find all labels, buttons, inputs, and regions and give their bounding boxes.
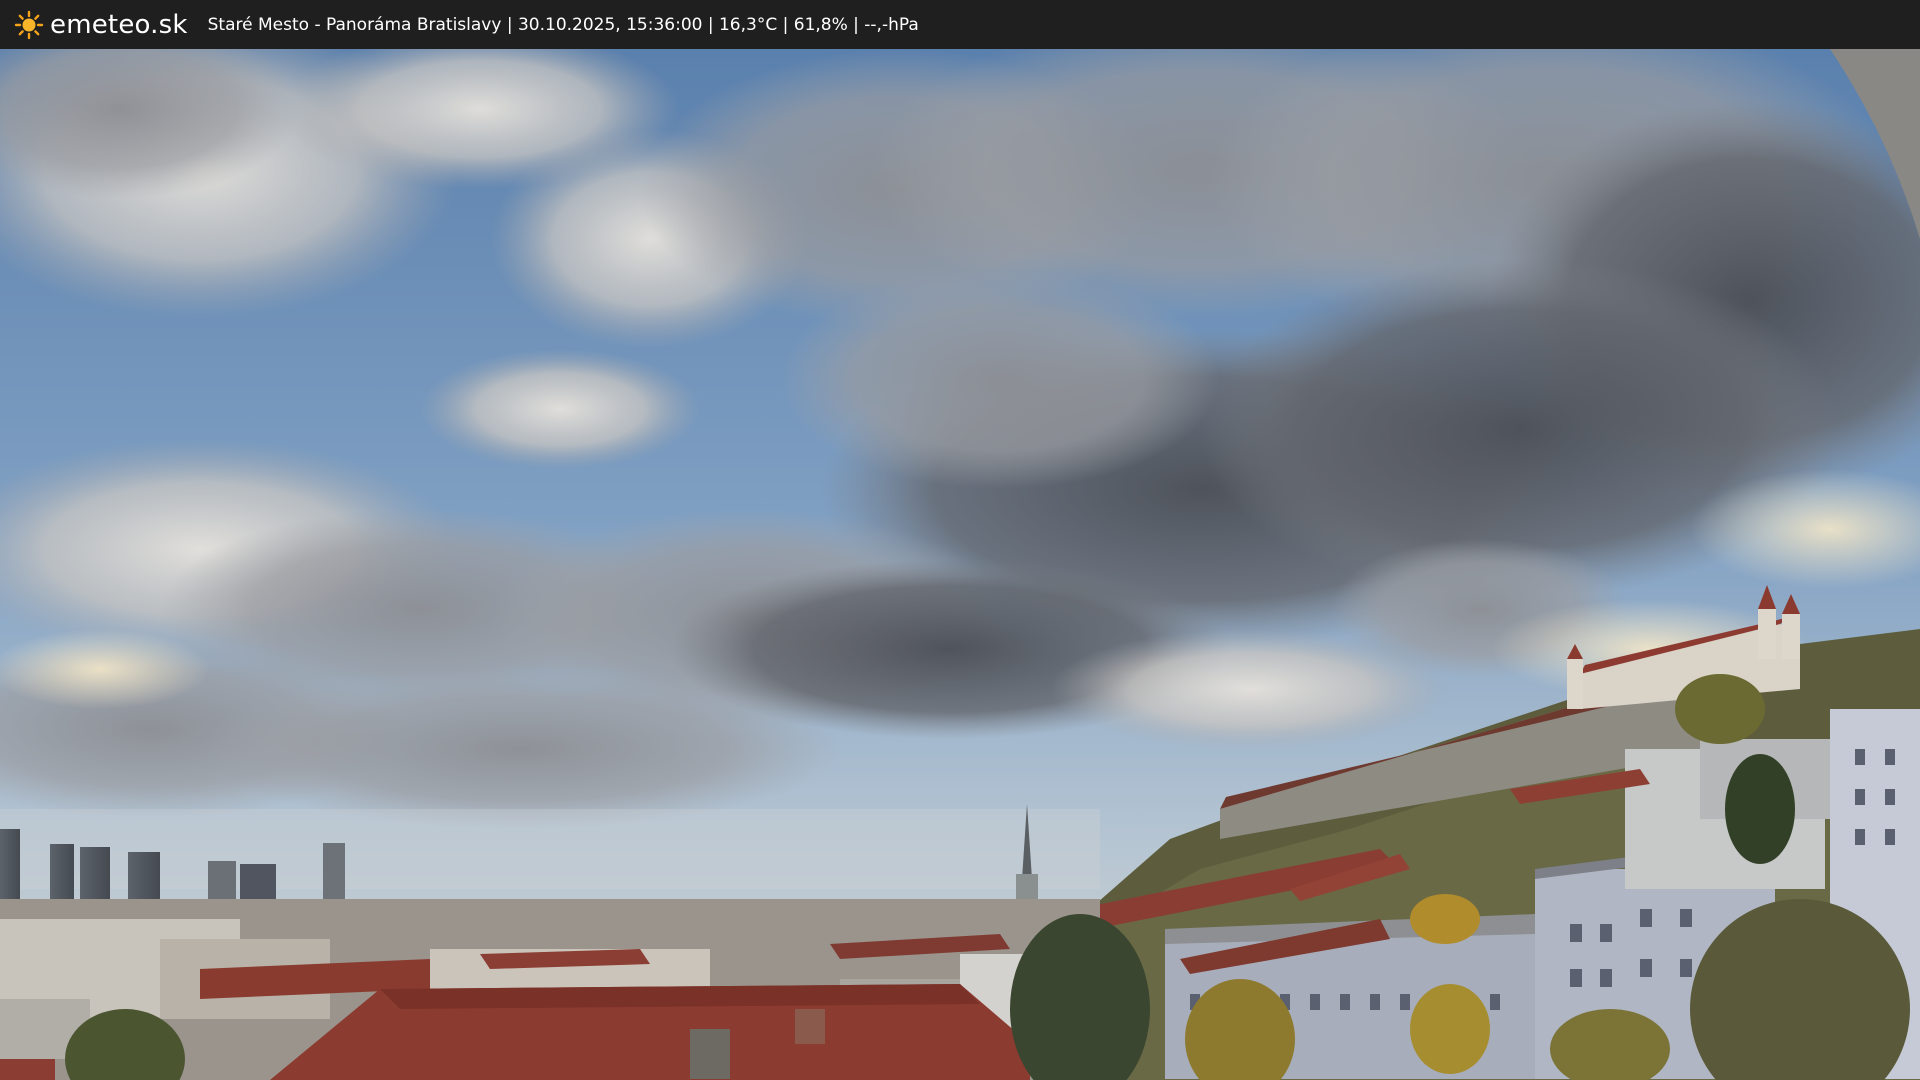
webcam-caption: Staré Mesto - Panoráma Bratislavy | 30.1… <box>207 14 919 35</box>
sun-icon <box>14 10 44 40</box>
logo-text: emeteo.sk <box>50 9 188 40</box>
emeteo-logo[interactable]: emeteo.sk <box>14 10 188 40</box>
webcam-image <box>0 49 1920 1080</box>
webcam-header-bar: emeteo.sk Staré Mesto - Panoráma Bratisl… <box>0 0 1920 49</box>
